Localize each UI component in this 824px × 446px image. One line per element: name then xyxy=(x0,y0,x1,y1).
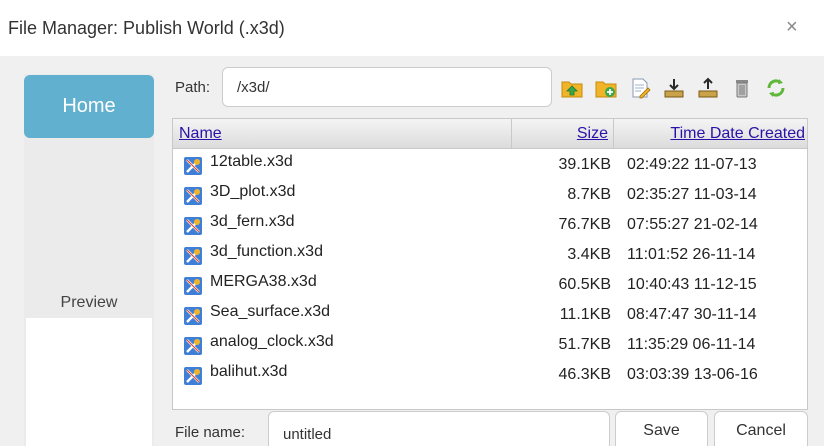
x3d-file-icon xyxy=(184,157,202,175)
file-date: 07:55:27 21-02-14 xyxy=(627,216,758,233)
file-name-input[interactable] xyxy=(268,411,610,446)
file-name: 12table.x3d xyxy=(210,153,293,170)
preview-pane xyxy=(26,318,152,446)
save-button[interactable]: Save xyxy=(615,411,708,446)
x3d-file-icon xyxy=(184,307,202,325)
table-row[interactable]: 3d_fern.x3d 76.7KB 07:55:27 21-02-14 xyxy=(173,210,807,240)
file-size: 11.1KB xyxy=(559,306,611,323)
file-date: 02:35:27 11-03-14 xyxy=(627,186,757,203)
file-date: 11:01:52 26-11-14 xyxy=(627,246,756,263)
file-date: 08:47:47 30-11-14 xyxy=(627,306,757,323)
file-name: 3d_fern.x3d xyxy=(210,213,295,230)
table-row[interactable]: Sea_surface.x3d 11.1KB 08:47:47 30-11-14 xyxy=(173,300,807,330)
file-size: 39.1KB xyxy=(558,156,611,173)
x3d-file-icon xyxy=(184,187,202,205)
table-row[interactable]: 3D_plot.x3d 8.7KB 02:35:27 11-03-14 xyxy=(173,180,807,210)
file-size: 8.7KB xyxy=(567,186,611,203)
path-input[interactable] xyxy=(222,67,552,107)
table-row[interactable]: balihut.x3d 46.3KB 03:03:39 13-06-16 xyxy=(173,360,807,390)
table-row[interactable]: 12table.x3d 39.1KB 02:49:22 11-07-13 xyxy=(173,150,807,180)
x3d-file-icon xyxy=(184,337,202,355)
preview-label: Preview xyxy=(60,294,118,311)
file-size: 60.5KB xyxy=(558,276,611,293)
file-name: 3D_plot.x3d xyxy=(210,183,296,200)
file-size: 46.3KB xyxy=(558,366,611,383)
edit-file-icon[interactable] xyxy=(628,76,652,100)
listing-header: Name Size Time Date Created xyxy=(173,119,807,149)
file-name: analog_clock.x3d xyxy=(210,333,334,350)
home-button[interactable]: Home xyxy=(24,75,154,138)
file-date: 03:03:39 13-06-16 xyxy=(627,366,758,383)
column-divider xyxy=(511,119,512,149)
download-icon[interactable] xyxy=(662,76,686,100)
column-header-name[interactable]: Name xyxy=(179,125,222,143)
column-header-date[interactable]: Time Date Created xyxy=(613,125,805,143)
column-header-size[interactable]: Size xyxy=(513,125,608,143)
file-date: 11:35:29 06-11-14 xyxy=(627,336,756,353)
file-date: 02:49:22 11-07-13 xyxy=(627,156,757,173)
refresh-icon[interactable] xyxy=(764,76,788,100)
file-name: 3d_function.x3d xyxy=(210,243,323,260)
file-name: balihut.x3d xyxy=(210,363,288,380)
file-date: 10:40:43 11-12-15 xyxy=(627,276,757,293)
file-size: 76.7KB xyxy=(558,216,611,233)
table-row[interactable]: MERGA38.x3d 60.5KB 10:40:43 11-12-15 xyxy=(173,270,807,300)
cancel-button[interactable]: Cancel xyxy=(714,411,808,446)
dialog-title: File Manager: Publish World (.x3d) xyxy=(8,18,285,38)
file-size: 51.7KB xyxy=(558,336,611,353)
delete-icon[interactable] xyxy=(730,76,754,100)
path-label: Path: xyxy=(175,79,211,96)
file-name: MERGA38.x3d xyxy=(210,273,317,290)
x3d-file-icon xyxy=(184,247,202,265)
close-icon[interactable]: × xyxy=(786,17,798,37)
table-row[interactable]: 3d_function.x3d 3.4KB 11:01:52 26-11-14 xyxy=(173,240,807,270)
x3d-file-icon xyxy=(184,367,202,385)
dialog-titlebar: File Manager: Publish World (.x3d) × xyxy=(0,0,824,56)
file-size: 3.4KB xyxy=(567,246,611,263)
file-toolbar xyxy=(560,74,798,102)
file-name-label: File name: xyxy=(175,424,246,441)
file-rows: 12table.x3d 39.1KB 02:49:22 11-07-13 3D_… xyxy=(173,150,807,390)
x3d-file-icon xyxy=(184,277,202,295)
folder-up-icon[interactable] xyxy=(560,76,584,100)
upload-icon[interactable] xyxy=(696,76,720,100)
file-listing: Name Size Time Date Created 12table.x3d … xyxy=(172,118,808,410)
new-folder-icon[interactable] xyxy=(594,76,618,100)
file-name: Sea_surface.x3d xyxy=(210,303,331,320)
x3d-file-icon xyxy=(184,217,202,235)
table-row[interactable]: analog_clock.x3d 51.7KB 11:35:29 06-11-1… xyxy=(173,330,807,360)
